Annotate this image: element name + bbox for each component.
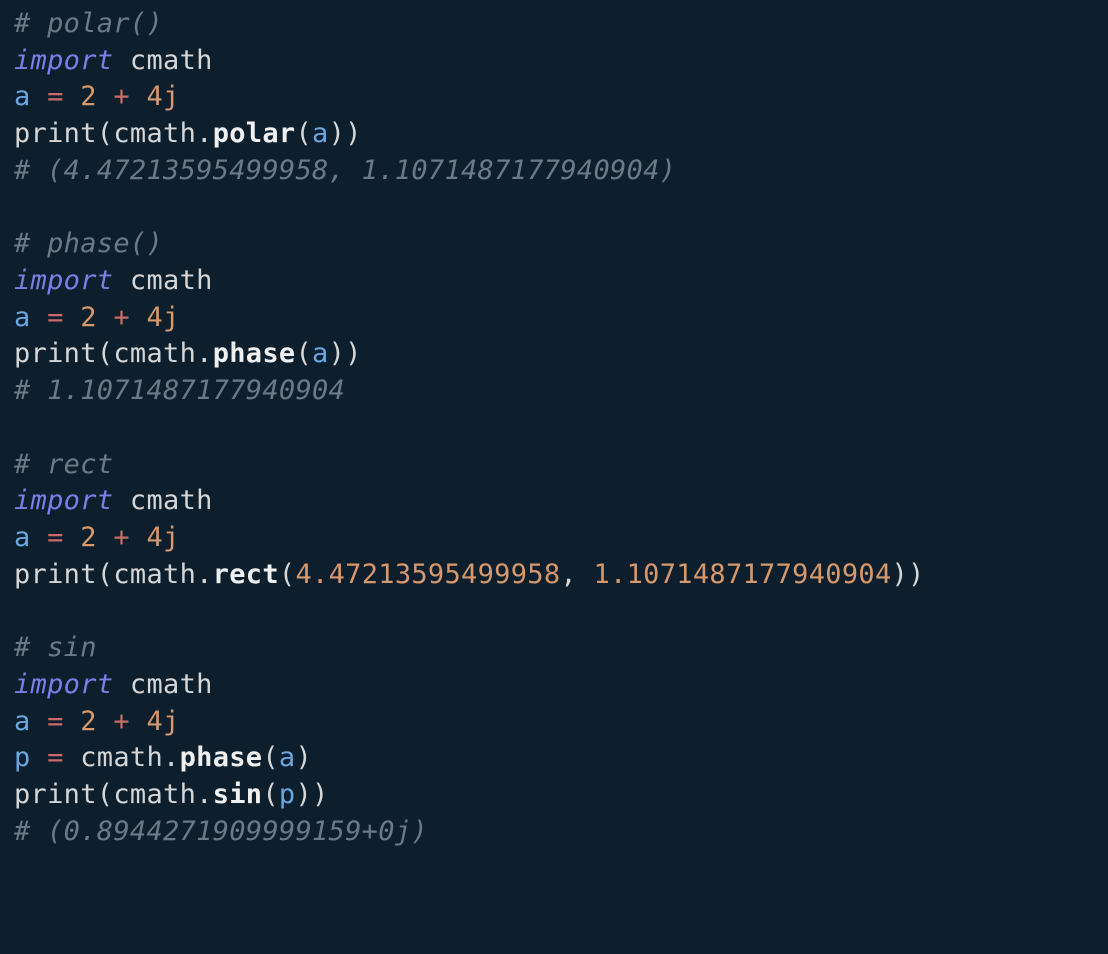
dot: . xyxy=(196,559,213,590)
dot: . xyxy=(196,118,213,149)
comma: , xyxy=(560,559,593,590)
var-a: a xyxy=(14,81,31,112)
num-2: 2 xyxy=(80,302,97,333)
comment-output-sin: # (0.8944271909999159+0j) xyxy=(14,816,428,847)
ref-cmath: cmath xyxy=(113,559,196,590)
func-rect: rect xyxy=(213,559,279,590)
paren: )) xyxy=(892,559,925,590)
func-print: print xyxy=(14,559,97,590)
num-2: 2 xyxy=(80,706,97,737)
module-cmath: cmath xyxy=(113,45,212,76)
op-plus: + xyxy=(97,302,147,333)
comment-polar: # polar() xyxy=(14,8,163,39)
func-print: print xyxy=(14,118,97,149)
op-plus: + xyxy=(97,706,147,737)
ref-cmath: cmath xyxy=(113,779,196,810)
var-a: a xyxy=(14,706,31,737)
func-polar: polar xyxy=(213,118,296,149)
func-print: print xyxy=(14,779,97,810)
var-a: a xyxy=(14,522,31,553)
var-a: a xyxy=(14,302,31,333)
paren: )) xyxy=(329,118,362,149)
op-assign: = xyxy=(31,706,81,737)
module-cmath: cmath xyxy=(113,265,212,296)
num-4j: 4j xyxy=(146,302,179,333)
comment-phase: # phase() xyxy=(14,228,163,259)
num-4j: 4j xyxy=(146,81,179,112)
keyword-import: import xyxy=(14,265,113,296)
keyword-import: import xyxy=(14,45,113,76)
arg-num2: 1.1071487177940904 xyxy=(594,559,892,590)
paren: )) xyxy=(295,779,328,810)
keyword-import: import xyxy=(14,485,113,516)
var-p: p xyxy=(14,742,31,773)
ref-cmath: cmath xyxy=(113,118,196,149)
num-4j: 4j xyxy=(146,522,179,553)
op-assign: = xyxy=(31,742,81,773)
op-assign: = xyxy=(31,81,81,112)
comment-output-polar: # (4.47213595499958, 1.1071487177940904) xyxy=(14,155,676,186)
func-print: print xyxy=(14,338,97,369)
module-cmath: cmath xyxy=(113,485,212,516)
op-plus: + xyxy=(97,81,147,112)
num-2: 2 xyxy=(80,81,97,112)
num-4j: 4j xyxy=(146,706,179,737)
paren: ( xyxy=(295,118,312,149)
comment-output-phase: # 1.1071487177940904 xyxy=(14,375,345,406)
arg-a: a xyxy=(312,338,329,369)
module-cmath: cmath xyxy=(113,669,212,700)
op-assign: = xyxy=(31,302,81,333)
ref-cmath: cmath xyxy=(113,338,196,369)
paren: ( xyxy=(97,118,114,149)
paren: ( xyxy=(97,338,114,369)
paren: ) xyxy=(295,742,312,773)
keyword-import: import xyxy=(14,669,113,700)
paren: )) xyxy=(329,338,362,369)
comment-rect: # rect xyxy=(14,449,113,480)
dot: . xyxy=(196,338,213,369)
arg-a: a xyxy=(279,742,296,773)
func-phase: phase xyxy=(180,742,263,773)
func-phase: phase xyxy=(213,338,296,369)
arg-num1: 4.47213595499958 xyxy=(295,559,560,590)
ref-cmath: cmath xyxy=(80,742,163,773)
func-sin: sin xyxy=(213,779,263,810)
op-plus: + xyxy=(97,522,147,553)
comment-sin: # sin xyxy=(14,632,97,663)
paren: ( xyxy=(97,779,114,810)
paren: ( xyxy=(262,779,279,810)
arg-a: a xyxy=(312,118,329,149)
paren: ( xyxy=(279,559,296,590)
op-assign: = xyxy=(31,522,81,553)
num-2: 2 xyxy=(80,522,97,553)
code-block: # polar() import cmath a = 2 + 4j print(… xyxy=(0,0,1108,851)
paren: ( xyxy=(295,338,312,369)
dot: . xyxy=(163,742,180,773)
arg-p: p xyxy=(279,779,296,810)
dot: . xyxy=(196,779,213,810)
paren: ( xyxy=(262,742,279,773)
paren: ( xyxy=(97,559,114,590)
